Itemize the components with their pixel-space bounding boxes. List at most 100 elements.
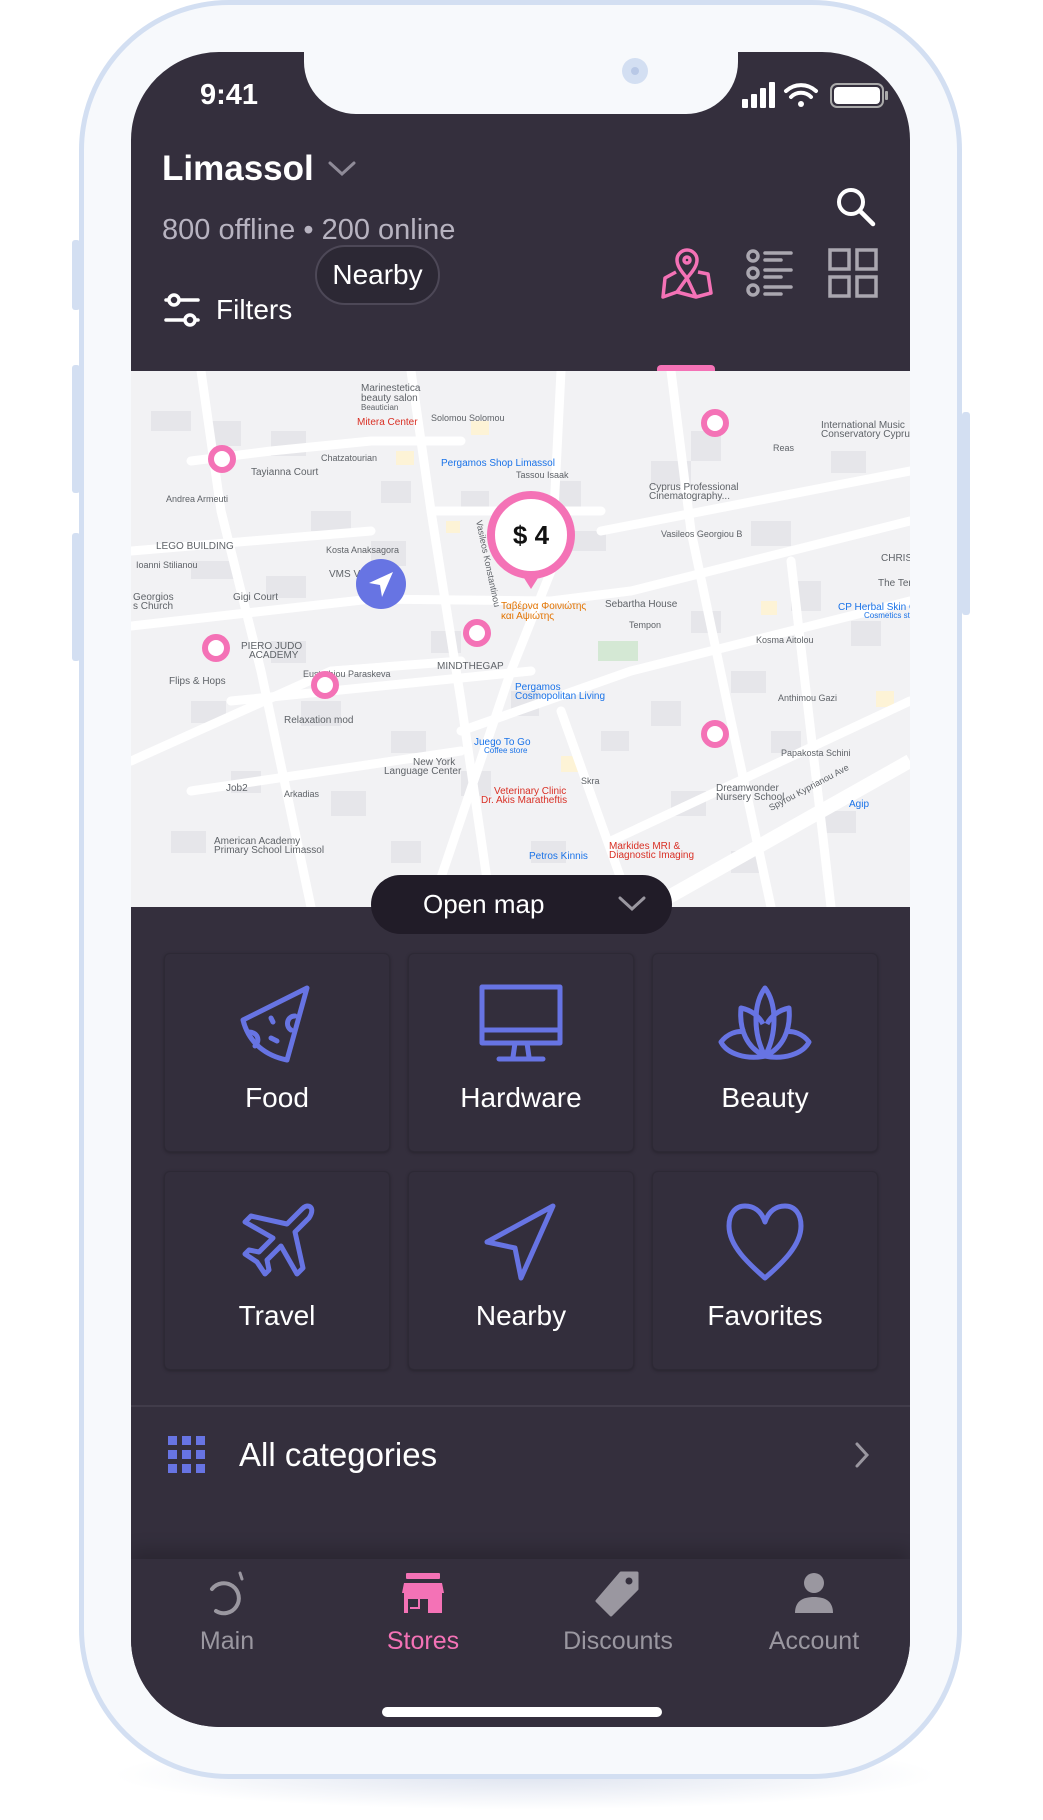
- map-label: Mitera Center: [357, 417, 418, 428]
- monitor-icon: [479, 984, 563, 1062]
- heart-icon: [726, 1203, 804, 1281]
- tab-discounts[interactable]: Discounts: [538, 1569, 698, 1679]
- category-favorites[interactable]: Favorites: [652, 1171, 878, 1370]
- map-label: Tayianna Court: [251, 467, 318, 478]
- chevron-down-icon[interactable]: [327, 160, 357, 178]
- map-label: Tempon: [629, 620, 661, 630]
- tab-label: Main: [199, 1627, 255, 1655]
- map-label: Solomou Solomou: [431, 413, 505, 423]
- category-label: Food: [245, 1082, 309, 1113]
- map-label: Andrea Armeuti: [166, 494, 228, 504]
- map-label: Agip: [849, 799, 869, 810]
- category-beauty[interactable]: Beauty: [652, 953, 878, 1152]
- status-time: 9:41: [200, 79, 259, 111]
- tab-label: Account: [768, 1627, 860, 1655]
- divider: [131, 1405, 910, 1407]
- map-label: Job2: [226, 783, 248, 794]
- sliders-icon: [164, 293, 200, 327]
- volume-up-button: [72, 365, 80, 493]
- power-button: [962, 412, 970, 615]
- map-label: MINDTHEGAP: [437, 661, 504, 672]
- airplane-icon: [242, 1203, 315, 1277]
- grid-view-icon[interactable]: [828, 248, 878, 298]
- map-label: Chatzatourian: [321, 453, 377, 463]
- store-pin[interactable]: [202, 634, 230, 662]
- tag-icon: [595, 1571, 639, 1617]
- volume-down-button: [72, 533, 80, 661]
- category-food[interactable]: Food: [164, 953, 390, 1152]
- category-travel[interactable]: Travel: [164, 1171, 390, 1370]
- map-park: [598, 641, 638, 661]
- main-icon: [210, 1571, 244, 1616]
- map-label: και Αψιώτης: [501, 610, 554, 622]
- price-bubble[interactable]: $ 4: [487, 491, 575, 589]
- map-label: Anthimou Gazi: [778, 693, 837, 703]
- category-label: Favorites: [707, 1300, 823, 1331]
- user-icon: [795, 1573, 833, 1613]
- tab-label: Discounts: [563, 1627, 673, 1655]
- chevron-down-icon: [618, 896, 646, 912]
- store-pin[interactable]: [463, 619, 491, 647]
- map-label: LEGO BUILDING: [156, 541, 234, 552]
- map-label: The Tenne: [878, 578, 910, 589]
- app-screen: 9:41 Limassol 800 offline • 200 online F…: [131, 52, 910, 1727]
- open-map-label: Open map: [423, 889, 545, 919]
- map-label: Skra: [581, 776, 600, 786]
- category-label: Beauty: [721, 1082, 809, 1113]
- map-label: Pergamos Shop Limassol: [441, 458, 555, 469]
- map-label: Flips & Hops: [169, 676, 226, 687]
- map-label: Petros Kinnis: [529, 851, 588, 862]
- map-label: s Church: [133, 601, 173, 612]
- store-pin[interactable]: [701, 720, 729, 748]
- list-view-icon[interactable]: [745, 248, 795, 298]
- pizza-slice-icon: [240, 985, 310, 1063]
- map-label: Ioanni Stilianou: [136, 560, 198, 570]
- map-label: Reas: [773, 443, 795, 453]
- map-label: Dr. Akis Maratheftis: [481, 795, 567, 806]
- map-label: Cinematography...: [649, 491, 730, 502]
- map-label: Relaxation mod: [284, 715, 353, 726]
- tab-main[interactable]: Main: [147, 1569, 307, 1679]
- category-label: Hardware: [460, 1082, 582, 1113]
- map-view-icon[interactable]: [660, 248, 714, 300]
- map-label: Beautician: [361, 403, 398, 412]
- navigation-arrow-icon: [484, 1203, 556, 1281]
- chevron-right-icon: [855, 1442, 870, 1468]
- home-indicator[interactable]: [382, 1707, 662, 1717]
- store-pin[interactable]: [208, 445, 236, 473]
- map-view[interactable]: Marinestetica beauty salon Beautician Mi…: [131, 371, 910, 907]
- category-label: Nearby: [475, 1300, 567, 1331]
- map-label: Vasileos Georgiou B: [661, 529, 742, 539]
- front-camera: [622, 58, 648, 84]
- tab-account[interactable]: Account: [734, 1569, 894, 1679]
- map-label: Papakosta Schini: [781, 748, 851, 758]
- status-icons: [742, 82, 888, 108]
- notch: [304, 52, 738, 114]
- map-label: Gigi Court: [233, 592, 278, 603]
- lotus-icon: [718, 985, 812, 1060]
- map-label: ACADEMY: [249, 650, 299, 661]
- nearby-chip[interactable]: Nearby: [315, 245, 440, 305]
- store-pin[interactable]: [701, 409, 729, 437]
- map-label: Coffee store: [484, 746, 528, 755]
- category-hardware[interactable]: Hardware: [408, 953, 634, 1152]
- user-location-marker: [356, 559, 406, 609]
- map-label: Cosmopolitan Living: [515, 691, 605, 702]
- map-label: Cosmetics store: [864, 611, 910, 620]
- tab-stores[interactable]: Stores: [343, 1569, 503, 1679]
- all-categories-row[interactable]: All categories: [131, 1412, 910, 1498]
- bottom-tab-bar: Main Stores Discounts Account: [131, 1559, 910, 1727]
- battery-icon: [830, 83, 888, 108]
- category-nearby[interactable]: Nearby: [408, 1171, 634, 1370]
- map-label: Kosma Aitolou: [756, 635, 814, 645]
- open-map-button[interactable]: Open map: [371, 875, 672, 934]
- all-categories-label: All categories: [239, 1436, 438, 1473]
- map-canvas[interactable]: Marinestetica beauty salon Beautician Mi…: [131, 371, 910, 907]
- map-label: Primary School Limassol: [214, 845, 324, 856]
- store-pin[interactable]: [311, 671, 339, 699]
- tab-label: Stores: [386, 1627, 460, 1655]
- search-icon[interactable]: [834, 185, 878, 229]
- city-selector[interactable]: Limassol: [162, 149, 314, 189]
- filters-button[interactable]: Filters: [162, 292, 292, 328]
- map-label: CHRIST: [881, 553, 910, 564]
